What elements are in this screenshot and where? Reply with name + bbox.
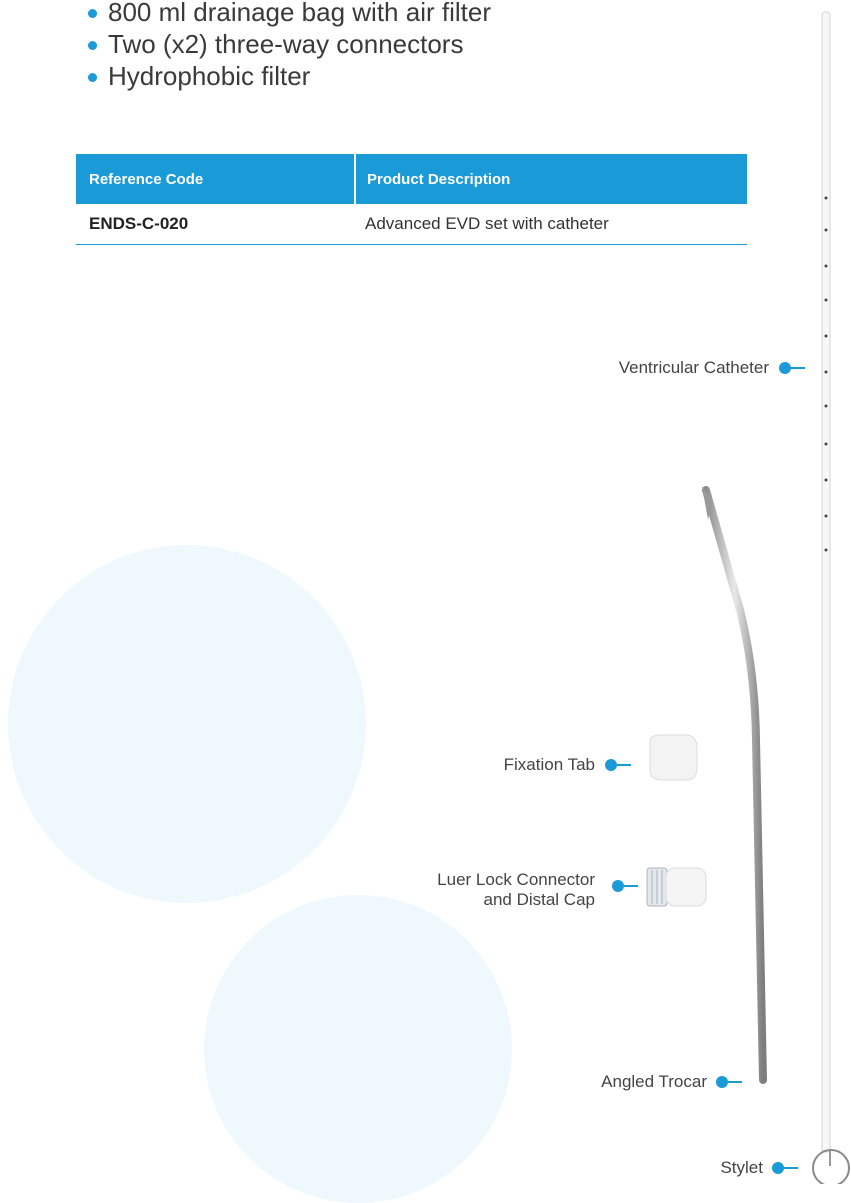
stylet-image — [812, 1149, 850, 1184]
callout-angled-trocar — [716, 1076, 742, 1088]
callout-dot-icon — [772, 1162, 784, 1174]
label-stylet: Stylet — [720, 1158, 763, 1177]
callout-dot-icon — [612, 880, 624, 892]
fixation-tab-image — [649, 734, 698, 781]
ventricular-catheter-image — [821, 11, 831, 1153]
callout-dot-icon — [779, 362, 791, 374]
callout-dot-icon — [716, 1076, 728, 1088]
label-fixation-tab: Fixation Tab — [503, 755, 595, 774]
label-angled-trocar: Angled Trocar — [601, 1072, 707, 1091]
callout-ventricular-catheter — [779, 362, 805, 374]
luer-lock-connector-image — [646, 867, 707, 907]
label-luer-lock-connector: Luer Lock Connector and Distal Cap — [437, 870, 595, 909]
callout-dot-icon — [605, 759, 617, 771]
callout-luer-lock-connector — [612, 880, 638, 892]
angled-trocar-image — [702, 486, 767, 1084]
callout-stylet — [772, 1162, 798, 1174]
product-illustration — [646, 11, 850, 1184]
callout-fixation-tab — [605, 759, 631, 771]
label-ventricular-catheter: Ventricular Catheter — [618, 358, 769, 377]
